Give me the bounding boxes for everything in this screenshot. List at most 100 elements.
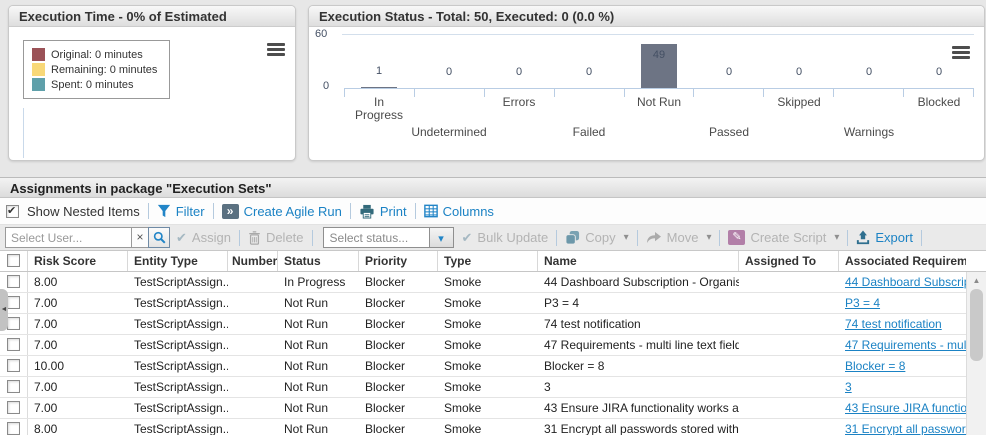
column-header-assigned-to[interactable]: Assigned To [739,251,839,271]
associated-requirement-link[interactable]: 3 [845,380,852,394]
row-checkbox[interactable] [7,401,20,414]
table-row[interactable]: 7.00 TestScriptAssign... Not Run Blocker… [0,293,986,314]
cell-entity-type: TestScriptAssign... [128,335,228,355]
associated-requirement-link[interactable]: 74 test notification [845,317,942,331]
scroll-up-icon[interactable]: ▲ [967,272,986,287]
print-button[interactable]: Print [359,204,407,219]
column-header-associated-requirements[interactable]: Associated Requirements [839,251,966,271]
cell-number [228,377,278,397]
row-checkbox[interactable] [7,317,20,330]
associated-requirement-link[interactable]: 47 Requirements - multi lin [845,338,966,352]
assignments-section: Assignments in package "Execution Sets" … [0,177,986,435]
search-user-button[interactable] [148,227,170,248]
remaining-swatch-icon [32,63,45,76]
associated-requirement-link[interactable]: 44 Dashboard Subscription [845,275,966,289]
chart-value-label: 0 [554,66,624,78]
cell-risk-score: 7.00 [28,398,128,418]
table-row[interactable]: 7.00 TestScriptAssign... Not Run Blocker… [0,398,986,419]
cell-priority: Blocker [359,272,438,292]
chart-category-label: Failed [547,126,631,139]
delete-button[interactable]: Delete [248,230,304,245]
table-row[interactable]: 10.00 TestScriptAssign... Not Run Blocke… [0,356,986,377]
sidebar-collapse-handle[interactable]: ◄ [0,289,8,331]
column-header-number[interactable]: Number [228,251,278,271]
associated-requirement-link[interactable]: 31 Encrypt all passwords s [845,422,966,435]
chart-category-label: Blocked [897,96,981,109]
cell-name: 31 Encrypt all passwords stored with... [538,419,739,435]
cell-type: Smoke [438,335,538,355]
row-checkbox[interactable] [7,359,20,372]
select-user-input[interactable] [5,227,131,248]
check-icon: ✔ [462,230,473,246]
cell-number [228,335,278,355]
scrollbar-thumb[interactable] [970,289,983,361]
chart-category-label: Skipped [757,96,841,109]
hamburger-menu-icon[interactable] [267,41,285,58]
copy-button[interactable]: Copy ▾ [565,230,628,245]
associated-requirement-link[interactable]: Blocker = 8 [845,359,905,373]
toolbar-divider [213,203,214,219]
cell-entity-type: TestScriptAssign... [128,377,228,397]
column-header-name[interactable]: Name [538,251,739,271]
cell-risk-score: 8.00 [28,419,128,435]
time-chart-axis [23,108,24,158]
cell-priority: Blocker [359,335,438,355]
hamburger-menu-icon[interactable] [952,44,970,61]
toolbar-divider [239,230,240,246]
cell-name: Blocker = 8 [538,356,739,376]
chart-value-label: 0 [764,66,834,78]
column-header-type[interactable]: Type [438,251,538,271]
chart-slot: 0 Blocked [904,34,974,88]
chart-value-label: 1 [344,65,414,77]
table-row[interactable]: 7.00 TestScriptAssign... Not Run Blocker… [0,335,986,356]
cell-type: Smoke [438,398,538,418]
export-button[interactable]: Export [856,230,913,245]
table-row[interactable]: 8.00 TestScriptAssign... Not Run Blocker… [0,419,986,435]
columns-button[interactable]: Columns [424,204,494,219]
create-script-button[interactable]: ✎ Create Script ▾ [728,230,839,245]
cell-type: Smoke [438,314,538,334]
row-checkbox[interactable] [7,422,20,435]
assign-button[interactable]: ✔ Assign [176,230,231,246]
clear-user-icon[interactable]: × [131,227,148,248]
show-nested-items-checkbox[interactable] [6,205,19,218]
column-header-risk-score[interactable]: Risk Score [28,251,128,271]
create-agile-run-button[interactable]: » Create Agile Run [222,204,342,219]
table-row[interactable]: 7.00 TestScriptAssign... Not Run Blocker… [0,377,986,398]
y-axis-min-label: 0 [323,80,329,92]
row-checkbox[interactable] [7,380,20,393]
select-status-dropdown[interactable]: Select status... ▾ [323,227,454,248]
execution-time-title: Execution Time - 0% of Estimated [9,6,295,27]
row-checkbox[interactable] [7,296,20,309]
table-row[interactable]: 7.00 TestScriptAssign... Not Run Blocker… [0,314,986,335]
axis-ticks [344,89,974,97]
cell-type: Smoke [438,293,538,313]
cell-risk-score: 10.00 [28,356,128,376]
bulk-update-button[interactable]: ✔ Bulk Update [462,230,549,246]
cell-name: 74 test notification [538,314,739,334]
chart-slot: 0 Undetermined [414,34,484,88]
assignments-title: Assignments in package "Execution Sets" [0,178,986,198]
row-checkbox[interactable] [7,338,20,351]
column-header-entity-type[interactable]: Entity Type [128,251,228,271]
toolbar-divider [148,203,149,219]
filter-button[interactable]: Filter [157,204,205,219]
chart-category-label: Passed [687,126,771,139]
column-header-status[interactable]: Status [278,251,359,271]
cell-status: Not Run [278,398,359,418]
vertical-scrollbar[interactable]: ▲ [966,272,986,435]
column-header-priority[interactable]: Priority [359,251,438,271]
cell-assigned-to [739,335,839,355]
associated-requirement-link[interactable]: P3 = 4 [845,296,880,310]
associated-requirement-link[interactable]: 43 Ensure JIRA functionali [845,401,966,415]
legend-item: Original: 0 minutes [32,48,157,61]
chart-bar [361,87,397,88]
row-checkbox[interactable] [7,275,20,288]
toolbar-divider [350,203,351,219]
select-all-checkbox[interactable] [7,254,20,267]
cell-assigned-to [739,293,839,313]
chart-value-label: 0 [834,66,904,78]
move-button[interactable]: Move ▾ [646,230,712,245]
y-axis-max-label: 60 [315,28,327,40]
table-row[interactable]: 8.00 TestScriptAssign... In Progress Blo… [0,272,986,293]
